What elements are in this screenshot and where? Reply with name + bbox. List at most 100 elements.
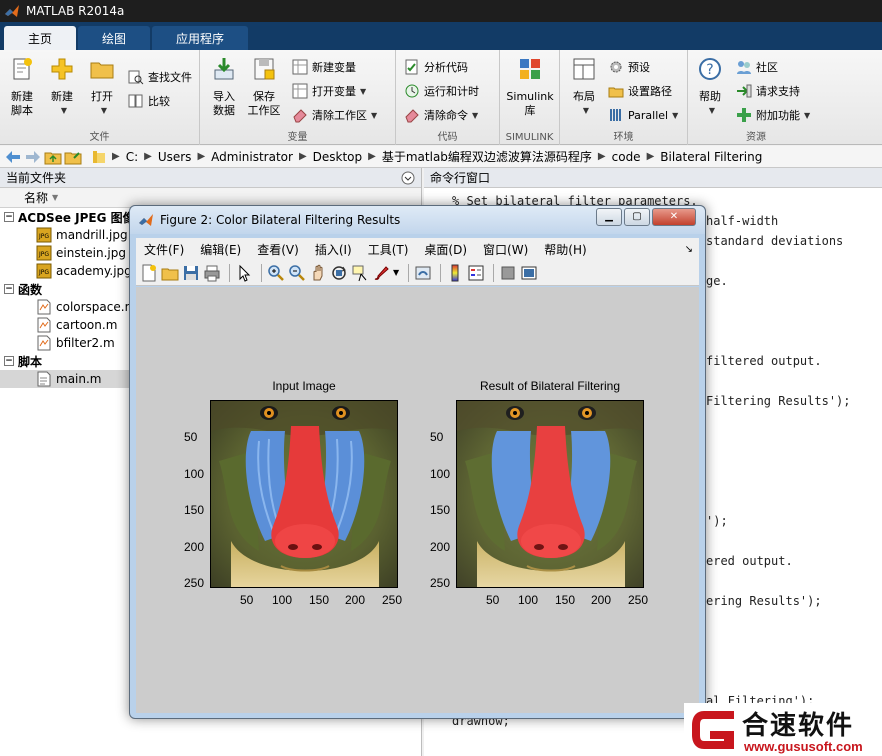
pan-hand-icon[interactable] <box>309 264 327 282</box>
panel-menu-icon[interactable] <box>401 171 415 185</box>
simulink-library-button[interactable]: Simulink 库 <box>504 56 556 118</box>
axes-title: Result of Bilateral Filtering <box>479 379 621 393</box>
layout-button[interactable]: 布局 ▼ <box>564 56 604 118</box>
maximize-button[interactable]: ▢ <box>624 208 650 226</box>
crumb-desktop[interactable]: Desktop <box>313 150 363 164</box>
tab-plots[interactable]: 绘图 <box>78 26 151 50</box>
name-column-label: 名称 <box>24 191 49 205</box>
code-line: filtered output. <box>706 354 822 368</box>
add-ons-button[interactable]: 附加功能 ▼ <box>736 106 810 124</box>
back-arrow-icon[interactable] <box>4 149 22 165</box>
mandrill-image <box>211 401 397 587</box>
save-icon[interactable] <box>182 264 200 282</box>
browse-folder-icon[interactable] <box>64 149 82 165</box>
open-button[interactable]: 打开 ▼ <box>82 56 122 118</box>
new-script-button[interactable]: 新建 脚本 <box>2 56 42 118</box>
y-tick: 250 <box>184 576 205 590</box>
code-line: '); <box>706 514 728 528</box>
x-tick: 150 <box>309 593 330 607</box>
open-variable-button[interactable]: 打开变量 ▼ <box>292 82 366 100</box>
rotate-3d-icon[interactable] <box>330 264 348 282</box>
crumb-code[interactable]: code <box>612 150 641 164</box>
brush-dropdown-icon[interactable]: ▼ <box>393 268 399 277</box>
group-environment: 布局 ▼ 预设 设置路径 Parallel ▼ 环境 <box>560 50 688 145</box>
file-name: colorspace.m <box>56 300 137 314</box>
print-icon[interactable] <box>203 264 221 282</box>
zoom-out-icon[interactable] <box>288 264 306 282</box>
menu-view[interactable]: 查看(V) <box>249 241 307 258</box>
minimize-button[interactable]: ▁ <box>596 208 622 226</box>
show-plot-tools-icon[interactable] <box>520 264 538 282</box>
menu-help[interactable]: 帮助(H) <box>536 241 594 258</box>
help-button[interactable]: ? 帮助 ▼ <box>690 56 730 118</box>
open-file-icon[interactable] <box>161 264 179 282</box>
analyze-code-button[interactable]: 分析代码 <box>404 58 468 76</box>
new-button[interactable]: 新建 ▼ <box>42 56 82 118</box>
y-tick: 150 <box>430 503 451 517</box>
crumb-bilateral[interactable]: Bilateral Filtering <box>660 150 762 164</box>
menu-file[interactable]: 文件(F) <box>136 241 192 258</box>
compare-button[interactable]: 比较 <box>128 92 170 110</box>
tab-home[interactable]: 主页 <box>4 26 77 50</box>
close-button[interactable]: ✕ <box>652 208 696 226</box>
crumb-drive[interactable]: C: <box>126 150 138 164</box>
parallel-button[interactable]: Parallel ▼ <box>608 106 678 124</box>
import-data-button[interactable]: 导入 数据 <box>204 56 244 118</box>
tab-apps[interactable]: 应用程序 <box>152 26 249 50</box>
preferences-button[interactable]: 预设 <box>608 58 650 76</box>
x-tick: 200 <box>591 593 612 607</box>
community-button[interactable]: 社区 <box>736 58 778 76</box>
figure-window[interactable]: Figure 2: Color Bilateral Filtering Resu… <box>129 205 706 719</box>
axes-title: Input Image <box>272 379 336 393</box>
collapse-icon[interactable]: − <box>4 356 14 366</box>
group-code-label: 代码 <box>437 132 458 143</box>
hide-plot-tools-icon[interactable] <box>499 264 517 282</box>
clear-workspace-button[interactable]: 清除工作区 ▼ <box>292 106 377 124</box>
toolbar-separator <box>493 263 495 282</box>
zoom-in-icon[interactable] <box>267 264 285 282</box>
dock-arrow-icon[interactable]: ↘ <box>685 244 693 255</box>
analyze-code-icon <box>405 59 418 75</box>
link-plot-icon[interactable] <box>414 264 432 282</box>
find-files-button[interactable]: 查找文件 <box>128 68 192 86</box>
file-name: cartoon.m <box>56 318 118 332</box>
brush-icon[interactable] <box>372 264 390 282</box>
menu-window[interactable]: 窗口(W) <box>475 241 536 258</box>
run-and-time-button[interactable]: 运行和计时 <box>404 82 479 100</box>
ribbon: 新建 脚本 新建 ▼ 打开 ▼ 查找文件 比较 文件 导入 数据 保存 工作区 … <box>0 50 882 145</box>
clear-commands-button[interactable]: 清除命令 ▼ <box>404 106 478 124</box>
menu-desktop[interactable]: 桌面(D) <box>416 241 475 258</box>
y-tick: 200 <box>430 540 451 554</box>
collapse-icon[interactable]: − <box>4 284 14 294</box>
up-folder-icon[interactable] <box>44 149 62 165</box>
pointer-icon[interactable] <box>235 264 253 282</box>
new-figure-icon[interactable] <box>140 264 158 282</box>
collapse-icon[interactable]: − <box>4 212 14 222</box>
m-file-icon <box>37 335 51 351</box>
crumb-project[interactable]: 基于matlab编程双边滤波算法源码程序 <box>382 148 592 165</box>
colorbar-icon[interactable] <box>446 264 464 282</box>
data-cursor-icon[interactable] <box>351 264 369 282</box>
input-image-axes[interactable] <box>210 400 398 588</box>
menu-tools[interactable]: 工具(T) <box>360 241 417 258</box>
figure-canvas[interactable]: Input Image 50 100 150 200 250 50 100 15… <box>136 287 699 713</box>
find-files-icon <box>128 70 144 85</box>
menu-insert[interactable]: 插入(I) <box>307 241 360 258</box>
set-path-button[interactable]: 设置路径 <box>608 82 672 100</box>
save-workspace-button[interactable]: 保存 工作区 <box>244 56 284 118</box>
save-workspace-icon <box>254 58 275 80</box>
request-support-button[interactable]: 请求支持 <box>736 82 800 100</box>
menu-edit[interactable]: 编辑(E) <box>192 241 249 258</box>
legend-icon[interactable] <box>467 264 485 282</box>
toolbar-separator <box>229 263 230 282</box>
app-titlebar: MATLAB R2014a <box>0 0 882 22</box>
file-name: bfilter2.m <box>56 336 115 350</box>
forward-arrow-icon[interactable] <box>24 149 42 165</box>
crumb-administrator[interactable]: Administrator <box>211 150 293 164</box>
script-file-icon <box>37 371 51 387</box>
open-variable-label: 打开变量 <box>312 85 356 98</box>
brand-logo-icon <box>692 711 734 749</box>
crumb-users[interactable]: Users <box>158 150 192 164</box>
new-variable-button[interactable]: 新建变量 <box>292 58 356 76</box>
filtered-image-axes[interactable] <box>456 400 644 588</box>
